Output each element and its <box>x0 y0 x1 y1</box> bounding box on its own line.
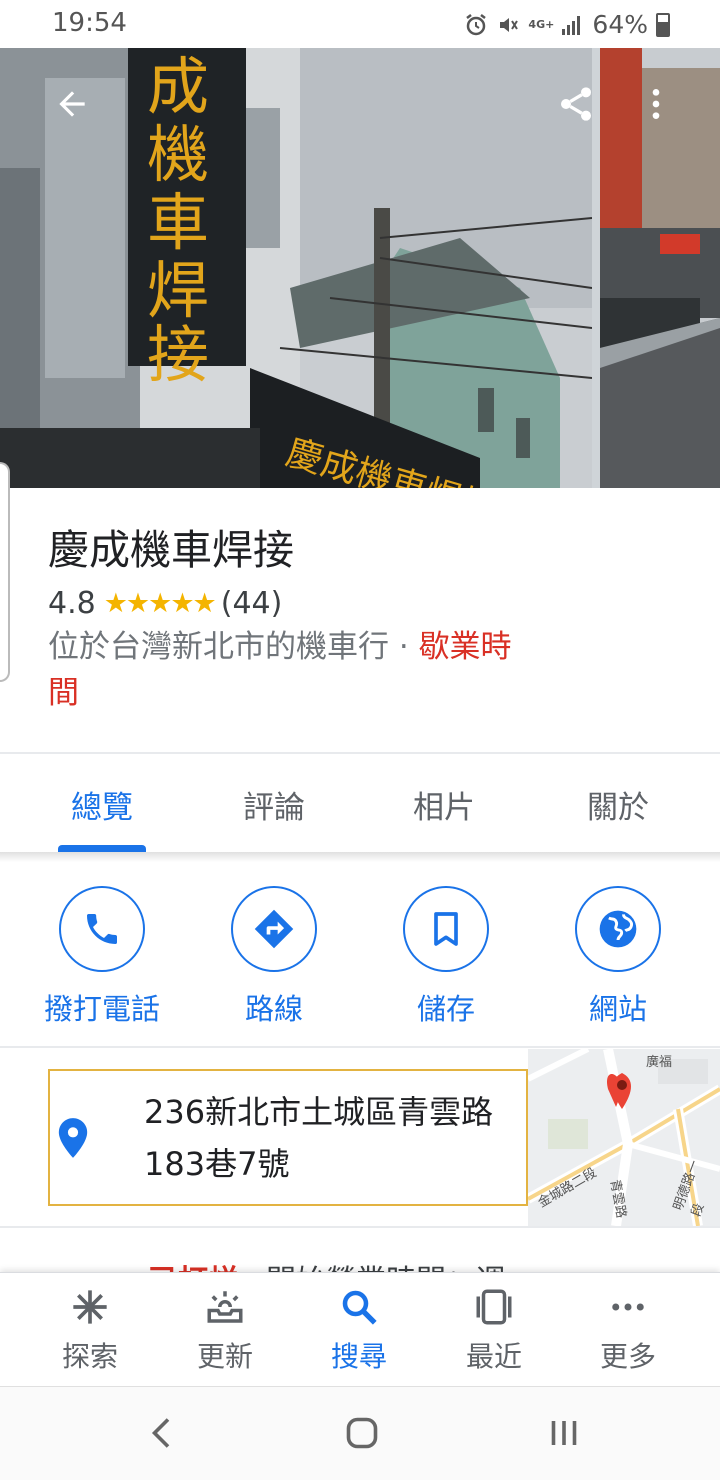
status-time: 19:54 <box>52 8 127 38</box>
call-circle[interactable] <box>59 886 145 972</box>
status-bar: 19:54 4G+ 64% <box>0 0 720 48</box>
divider <box>0 1226 720 1228</box>
bookmark-icon <box>434 912 458 946</box>
battery-percent: 64% <box>592 10 648 39</box>
more-horiz-icon <box>612 1303 644 1311</box>
map-area-label: 廣福 <box>646 1055 673 1070</box>
tab-photos[interactable]: 相片 <box>374 782 514 827</box>
tab-about[interactable]: 關於 <box>548 782 688 827</box>
divider <box>0 1046 720 1048</box>
place-category: 位於台灣新北市的機車行 · 歇業時間 <box>48 624 538 716</box>
rating-row[interactable]: 4.8 ★★★★★ (44) <box>48 586 282 621</box>
nav-explore[interactable]: 探索 <box>40 1285 140 1375</box>
directions-circle[interactable] <box>231 886 317 972</box>
back-icon <box>151 1418 170 1448</box>
nav-more[interactable]: 更多 <box>578 1285 678 1375</box>
system-back-button[interactable] <box>142 1413 182 1453</box>
nav-updates[interactable]: 更新 <box>175 1285 275 1375</box>
sign-char-2: 機 <box>147 118 209 191</box>
nav-search-label: 搜尋 <box>330 1340 387 1373</box>
place-title: 慶成機車焊接 <box>48 526 294 574</box>
call-button[interactable]: 撥打電話 <box>16 886 188 1028</box>
tab-overview[interactable]: 總覽 <box>32 782 172 827</box>
search-icon <box>342 1290 377 1325</box>
mute-icon <box>500 17 519 32</box>
nav-explore-label: 探索 <box>61 1340 118 1373</box>
explore-icon <box>73 1290 107 1324</box>
more-vert-icon <box>652 89 660 119</box>
nav-more-label: 更多 <box>599 1340 656 1373</box>
rating-value: 4.8 <box>48 586 96 621</box>
active-tab-indicator <box>58 845 146 852</box>
recent-apps-icon <box>551 1421 577 1445</box>
signal-icon <box>562 15 581 35</box>
sign-char-1: 成 <box>147 50 209 123</box>
sign-char-4: 焊 <box>147 254 209 327</box>
system-home-button[interactable] <box>342 1413 382 1453</box>
save-label: 儲存 <box>416 992 475 1026</box>
globe-icon <box>599 910 637 948</box>
address-text[interactable]: 236新北市土城區青雲路183巷7號 <box>144 1086 514 1190</box>
status-icons: 4G+ 64% <box>464 10 670 39</box>
place-tabs: 總覽 評論 相片 關於 <box>0 756 720 852</box>
edge-panel-handle[interactable] <box>0 462 10 682</box>
website-label: 網站 <box>588 992 647 1026</box>
tabs-shadow <box>0 852 720 862</box>
bottom-navigation: 探索 更新 搜尋 最近 更多 <box>0 1272 720 1386</box>
back-button[interactable] <box>44 76 100 132</box>
more-options-button[interactable] <box>628 76 684 132</box>
rating-stars: ★★★★★ <box>103 588 217 619</box>
updates-icon <box>207 1291 243 1323</box>
nav-search[interactable]: 搜尋 <box>309 1285 409 1375</box>
arrow-left-icon <box>59 91 85 117</box>
nav-updates-label: 更新 <box>196 1340 253 1373</box>
directions-button[interactable]: 路線 <box>188 886 360 1028</box>
divider <box>0 752 720 754</box>
directions-label: 路線 <box>244 992 303 1026</box>
alarm-icon <box>466 13 487 35</box>
directions-icon <box>254 909 294 949</box>
category-label: 位於台灣新北市的機車行 · <box>48 629 419 665</box>
website-circle[interactable] <box>575 886 661 972</box>
system-recents-button[interactable] <box>544 1413 584 1453</box>
maps-place-screen: 19:54 4G+ 64% 成 機 車 焊 接 慶成機車焊接 慶成機車焊接 4.… <box>0 0 720 1480</box>
network-type: 4G+ <box>528 18 555 31</box>
save-button[interactable]: 儲存 <box>360 886 532 1028</box>
share-icon <box>561 87 591 121</box>
phone-icon <box>87 914 117 944</box>
call-label: 撥打電話 <box>43 992 160 1026</box>
map-thumbnail[interactable]: 金城路二段 青雲路 明德路一段 廣福 <box>528 1049 720 1226</box>
nav-recents[interactable]: 最近 <box>444 1285 544 1375</box>
photo-carousel[interactable]: 成 機 車 焊 接 慶成機車焊接 <box>0 48 720 488</box>
recents-icon <box>476 1289 512 1325</box>
tab-reviews[interactable]: 評論 <box>204 782 344 827</box>
location-pin-icon <box>58 1118 88 1158</box>
nav-recents-label: 最近 <box>465 1340 522 1373</box>
system-navigation-bar <box>0 1386 720 1480</box>
share-button[interactable] <box>548 76 604 132</box>
save-circle[interactable] <box>403 886 489 972</box>
website-button[interactable]: 網站 <box>532 886 704 1028</box>
review-count: (44) <box>220 586 283 621</box>
home-icon <box>346 1417 378 1449</box>
battery-icon <box>656 12 670 37</box>
sign-char-3: 車 <box>147 186 209 259</box>
sign-char-5: 接 <box>147 318 209 391</box>
